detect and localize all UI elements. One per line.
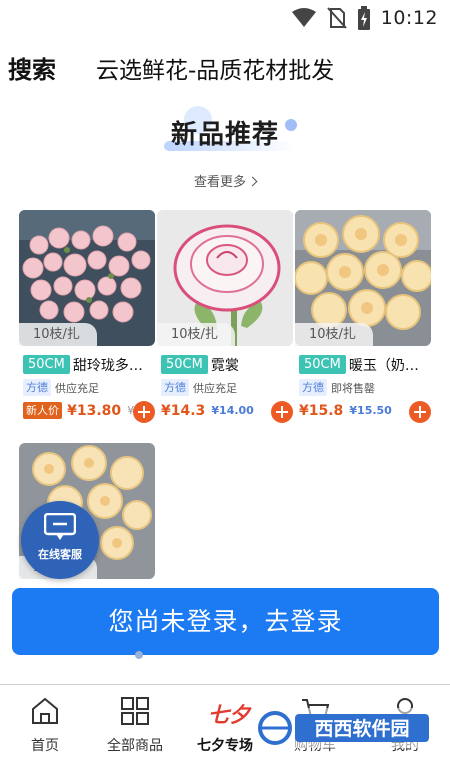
product-name: 甜玲珑多…	[72, 357, 143, 374]
product-meta-row: 方德 即将售罄	[299, 377, 375, 397]
supply-status: 供应充足	[193, 381, 237, 395]
see-more-label: 查看更多	[193, 175, 246, 190]
app-header: 搜索 云选鲜花-品质花材批发	[0, 48, 450, 88]
customer-service-button[interactable]: 在线客服	[21, 501, 99, 579]
grid-icon	[121, 697, 149, 725]
length-tag: 50CM	[299, 355, 346, 374]
product-name: 霓裳	[210, 357, 239, 374]
origin-tag: 方德	[23, 379, 51, 396]
product-name-row: 50CM 甜玲珑多…	[23, 354, 155, 374]
no-sim-icon	[326, 7, 347, 29]
page-indicator-dot	[135, 651, 143, 659]
pack-size-label: 10枝/扎	[19, 323, 97, 346]
svg-text:西西软件园: 西西软件园	[314, 717, 409, 740]
origin-tag: 方德	[299, 379, 327, 396]
see-more-link[interactable]: 查看更多	[0, 171, 450, 190]
tab-label: 首页	[31, 738, 59, 754]
tab-all-products[interactable]: 全部商品	[90, 685, 180, 760]
tab-label: 全部商品	[107, 738, 163, 754]
qixi-logo: 七夕	[208, 702, 250, 727]
chat-icon	[44, 513, 76, 540]
price-row: ¥15.8 ¥15.50	[299, 400, 431, 424]
page-title: 云选鲜花-品质花材批发	[96, 58, 335, 84]
status-icons: 10:12	[291, 6, 438, 30]
site-watermark: 西西软件园	[253, 708, 433, 748]
price-row: ¥14.3 ¥14.00	[161, 400, 293, 424]
price: ¥15.8	[299, 402, 344, 419]
pack-size-label: 10枝/扎	[157, 323, 235, 346]
status-bar: 10:12	[0, 0, 450, 36]
price: ¥14.3	[161, 402, 206, 419]
new-products-heading: 新品推荐	[0, 104, 450, 164]
add-to-cart-button[interactable]	[271, 401, 293, 423]
add-to-cart-button[interactable]	[133, 401, 155, 423]
customer-service-label: 在线客服	[38, 548, 82, 561]
product-name-row: 50CM 霓裳	[161, 354, 293, 374]
supply-status: 供应充足	[55, 381, 99, 395]
newbie-price-badge: 新人价	[23, 402, 62, 419]
price-row: 新人价 ¥13.80 ¥	[23, 400, 155, 424]
original-price: ¥15.50	[349, 404, 392, 417]
status-time: 10:12	[380, 7, 438, 29]
chevron-right-icon	[247, 176, 258, 187]
product-name-row: 50CM 暖玉（奶…	[299, 354, 431, 374]
wifi-icon	[291, 8, 316, 27]
add-to-cart-button[interactable]	[409, 401, 431, 423]
tab-home[interactable]: 首页	[0, 685, 90, 760]
product-card[interactable]: 10枝/扎 50CM 霓裳 方德 供应充足 ¥14.3 ¥14.00	[157, 210, 293, 430]
section-title: 新品推荐	[170, 120, 279, 150]
length-tag: 50CM	[23, 355, 70, 374]
product-card[interactable]: 10枝/扎 50CM 甜玲珑多… 方德 供应充足 新人价 ¥13.80 ¥	[19, 210, 155, 430]
product-card[interactable]: 10枝/扎 50CM 暖玉（奶… 方德 即将售罄 ¥15.8 ¥15.50	[295, 210, 431, 430]
product-meta-row: 方德 供应充足	[23, 377, 99, 397]
search-button[interactable]: 搜索	[8, 50, 56, 85]
origin-tag: 方德	[161, 379, 189, 396]
login-prompt-button[interactable]: 您尚未登录，去登录	[12, 588, 439, 655]
length-tag: 50CM	[161, 355, 208, 374]
original-price: ¥14.00	[211, 404, 254, 417]
price: ¥13.80	[67, 402, 122, 419]
battery-charging-icon	[357, 6, 370, 30]
home-icon	[32, 697, 58, 724]
pack-size-label: 10枝/扎	[295, 323, 373, 346]
product-name: 暖玉（奶…	[348, 357, 419, 374]
supply-status: 即将售罄	[331, 381, 375, 395]
product-meta-row: 方德 供应充足	[161, 377, 237, 397]
